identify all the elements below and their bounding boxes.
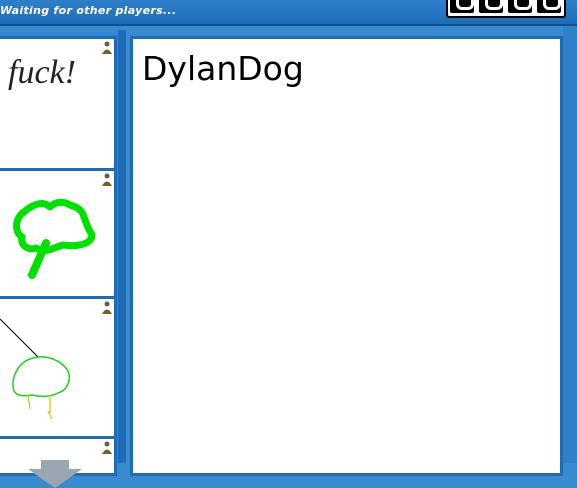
- player-icon: [102, 301, 112, 314]
- player-icon: [102, 441, 112, 454]
- timer-digit: [450, 0, 474, 13]
- thumbnail-text: fuck!: [8, 54, 76, 91]
- player-icon: [102, 41, 112, 54]
- player-icon: [102, 173, 112, 186]
- player-thumbnail-2[interactable]: [0, 168, 117, 302]
- thumbnail-drawing: [0, 318, 70, 420]
- scroll-down-arrow-icon[interactable]: [28, 460, 82, 488]
- top-status-bar: Waiting for other players...: [0, 0, 577, 26]
- status-text: Waiting for other players...: [0, 4, 177, 17]
- right-frame: [563, 26, 577, 463]
- player-thumbnail-column: fuck!: [0, 30, 126, 488]
- thumbnail-drawing: fuck!: [8, 54, 76, 91]
- timer-display: [446, 0, 566, 18]
- thumbnail-drawing: [13, 198, 96, 279]
- timer-digit: [479, 0, 503, 13]
- timer-digit: [537, 0, 561, 13]
- player-thumbnail-1[interactable]: fuck!: [0, 36, 117, 174]
- player-thumbnail-3[interactable]: [0, 296, 117, 442]
- timer-digit: [508, 0, 532, 13]
- drawing-canvas[interactable]: DylanDog: [130, 36, 563, 476]
- drawing-word: DylanDog: [142, 49, 304, 88]
